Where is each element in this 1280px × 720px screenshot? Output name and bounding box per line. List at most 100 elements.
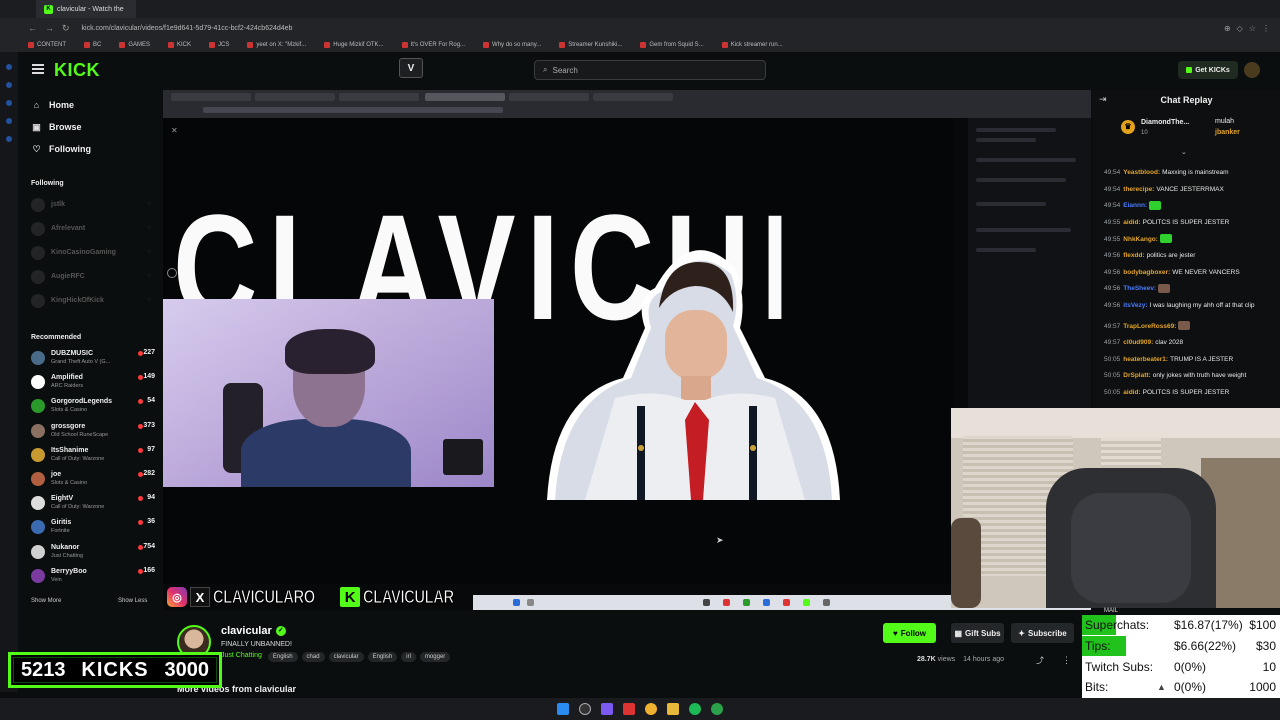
start-menu-icon[interactable]: [557, 703, 569, 715]
chat-text: Maxxing is mainstream: [1162, 169, 1229, 176]
zoom-lens-icon: [167, 268, 177, 278]
chat-username[interactable]: Yeastblood:: [1123, 169, 1160, 176]
xbox-icon[interactable]: [711, 703, 723, 715]
expand-pinned-icon[interactable]: ⌄: [1181, 148, 1187, 156]
extension-icon[interactable]: ◇: [1237, 24, 1243, 33]
folder-icon[interactable]: [667, 703, 679, 715]
channel-name: jstlk: [51, 201, 66, 208]
chat-username[interactable]: TrapLoreRoss69:: [1123, 323, 1176, 330]
stream-tag[interactable]: irl: [401, 652, 416, 662]
recommended-channel[interactable]: joe Slots & Casino 282: [31, 470, 155, 492]
share-icon[interactable]: ⤴: [1036, 655, 1044, 666]
browser-tab[interactable]: K clavicular - Watch the: [36, 0, 136, 18]
bookmark-item[interactable]: CONTENT: [28, 42, 66, 48]
search-input[interactable]: ⌕ Search: [534, 60, 766, 80]
chat-username[interactable]: cl0ud909:: [1123, 339, 1153, 346]
hamburger-menu-icon[interactable]: [32, 64, 44, 74]
stream-tag[interactable]: English: [267, 652, 298, 662]
chrome-icon[interactable]: [645, 703, 657, 715]
pinned-gifter-1: mulah: [1215, 118, 1235, 125]
spotify-icon[interactable]: [689, 703, 701, 715]
recommended-channel[interactable]: EightV Call of Duty: Warzone 94: [31, 494, 155, 516]
gift-subs-label: Gift Subs: [965, 628, 1001, 638]
kick-logo[interactable]: KICK: [54, 60, 100, 81]
bookmark-item[interactable]: JCS: [209, 42, 229, 48]
bookmark-item[interactable]: Gem from Squid S...: [640, 42, 704, 48]
viewer-count: 373: [143, 421, 155, 429]
following-channel[interactable]: Afrelevant ◌: [31, 220, 155, 242]
show-less-link[interactable]: Show Less: [118, 598, 147, 604]
more-options-icon[interactable]: ⋮: [1062, 655, 1071, 666]
bookmark-item[interactable]: yeet on X: "Mzkif...: [247, 42, 306, 48]
stream-tag[interactable]: clavicular: [328, 652, 364, 662]
stream-tag[interactable]: chad: [301, 652, 325, 662]
bookmark-item[interactable]: Why do so many...: [483, 42, 541, 48]
chat-username[interactable]: Eiannn:: [1123, 202, 1147, 209]
bookmark-item[interactable]: It's OVER For Rog...: [401, 42, 465, 48]
back-arrow-icon[interactable]: ←: [28, 23, 37, 34]
user-avatar[interactable]: [1244, 62, 1260, 78]
forward-arrow-icon[interactable]: →: [45, 23, 54, 34]
channel-avatar: [31, 270, 45, 284]
channel-name: Nukanor: [51, 543, 80, 551]
stream-tag[interactable]: English: [367, 652, 398, 662]
url-field[interactable]: kick.com/clavicular/videos/f1e9d641-5d79…: [82, 25, 293, 32]
following-channel[interactable]: KinoCasinoGaming ◌: [31, 244, 155, 266]
chat-username[interactable]: bodybagboxer:: [1123, 269, 1170, 276]
reload-icon[interactable]: ↻: [62, 23, 70, 34]
chat-username[interactable]: therecipe:: [1123, 186, 1154, 193]
recommended-channel[interactable]: GorgorodLegends Slots & Casino 54: [31, 397, 155, 419]
chat-username[interactable]: NhkKango:: [1123, 236, 1158, 243]
stream-tag[interactable]: mogger: [419, 652, 451, 662]
following-channel[interactable]: KingHickOfKick ◌: [31, 292, 155, 314]
home-icon: ⌂: [33, 99, 40, 110]
bookmark-item[interactable]: Huge Mizkif OTK...: [324, 42, 384, 48]
chat-username[interactable]: aidid:: [1123, 389, 1140, 396]
bookmark-item[interactable]: GAMES: [119, 42, 150, 48]
sidebar-item-browse[interactable]: ▣ Browse: [32, 122, 81, 132]
recommended-channel[interactable]: ItsShanime Call of Duty: Warzone 97: [31, 446, 155, 468]
gift-subs-button[interactable]: ▦ Gift Subs: [951, 623, 1004, 643]
recommended-channel[interactable]: BerryyBoo Vein 166: [31, 567, 155, 589]
chat-username[interactable]: DrSplatt:: [1123, 372, 1150, 379]
bookmark-item[interactable]: Streamer Kunshiki...: [559, 42, 622, 48]
following-channel[interactable]: jstlk ◌: [31, 196, 155, 218]
subscribe-button[interactable]: ✦ Subscribe: [1011, 623, 1074, 643]
follow-button[interactable]: ♥ Follow: [883, 623, 936, 643]
chat-text: TRUMP IS A JESTER: [1170, 355, 1234, 363]
video-meta: 28.7K views 14 hours ago: [917, 656, 1004, 663]
bookmark-item[interactable]: BC: [84, 42, 101, 48]
sidebar-item-following[interactable]: ♡ Following: [32, 144, 91, 154]
extension-badge-icon[interactable]: V: [399, 58, 423, 78]
bookmark-item[interactable]: Kick streamer run...: [721, 42, 783, 48]
chat-username[interactable]: itsVezy:: [1123, 302, 1147, 309]
menu-dots-icon[interactable]: ⋮: [1262, 24, 1270, 33]
channel-name[interactable]: clavicular ✓: [221, 625, 286, 637]
chat-timestamp: 49:57: [1104, 322, 1121, 330]
chat-username[interactable]: flexdd:: [1123, 252, 1144, 259]
chat-username[interactable]: TheSheev:: [1123, 285, 1156, 292]
discord-icon[interactable]: [601, 703, 613, 715]
following-channel[interactable]: AugieRFC ◌: [31, 268, 155, 290]
show-more-link[interactable]: Show More: [31, 598, 61, 604]
get-kicks-button[interactable]: Get KICKs: [1178, 61, 1238, 79]
recommended-channel[interactable]: grossgore Old School RuneScape 373: [31, 422, 155, 444]
chat-username[interactable]: heaterbeater1:: [1123, 356, 1168, 363]
sidebar-item-home[interactable]: ⌂ Home: [32, 100, 74, 110]
category-link[interactable]: Just Chatting: [221, 652, 262, 662]
recommended-channel[interactable]: Giritis Fortnite 36: [31, 518, 155, 540]
chat-username[interactable]: aidid:: [1123, 219, 1140, 226]
recommended-channel[interactable]: Nukanor Just Chatting 754: [31, 543, 155, 565]
close-icon[interactable]: ✕: [171, 126, 178, 135]
recommended-channel[interactable]: DUBZMUSIC Grand Theft Auto V (G... 227: [31, 349, 155, 371]
channel-category: Slots & Casino: [51, 407, 88, 414]
app-icon[interactable]: [623, 703, 635, 715]
recommended-channel[interactable]: Amplified ARC Raiders 149: [31, 373, 155, 395]
chat-message: 50:05 DrSplatt: only jokes with truth have…: [1104, 371, 1274, 380]
bookmark-item[interactable]: KICK: [168, 42, 191, 48]
star-icon[interactable]: ☆: [1249, 24, 1256, 33]
taskbar-search-icon[interactable]: [579, 703, 591, 715]
chat-message: 49:56 itsVezy: I was laughing my ahh off a…: [1104, 301, 1274, 310]
bookmark-label: Gem from Squid S...: [649, 42, 704, 48]
zoom-icon[interactable]: ⊕: [1224, 24, 1231, 33]
